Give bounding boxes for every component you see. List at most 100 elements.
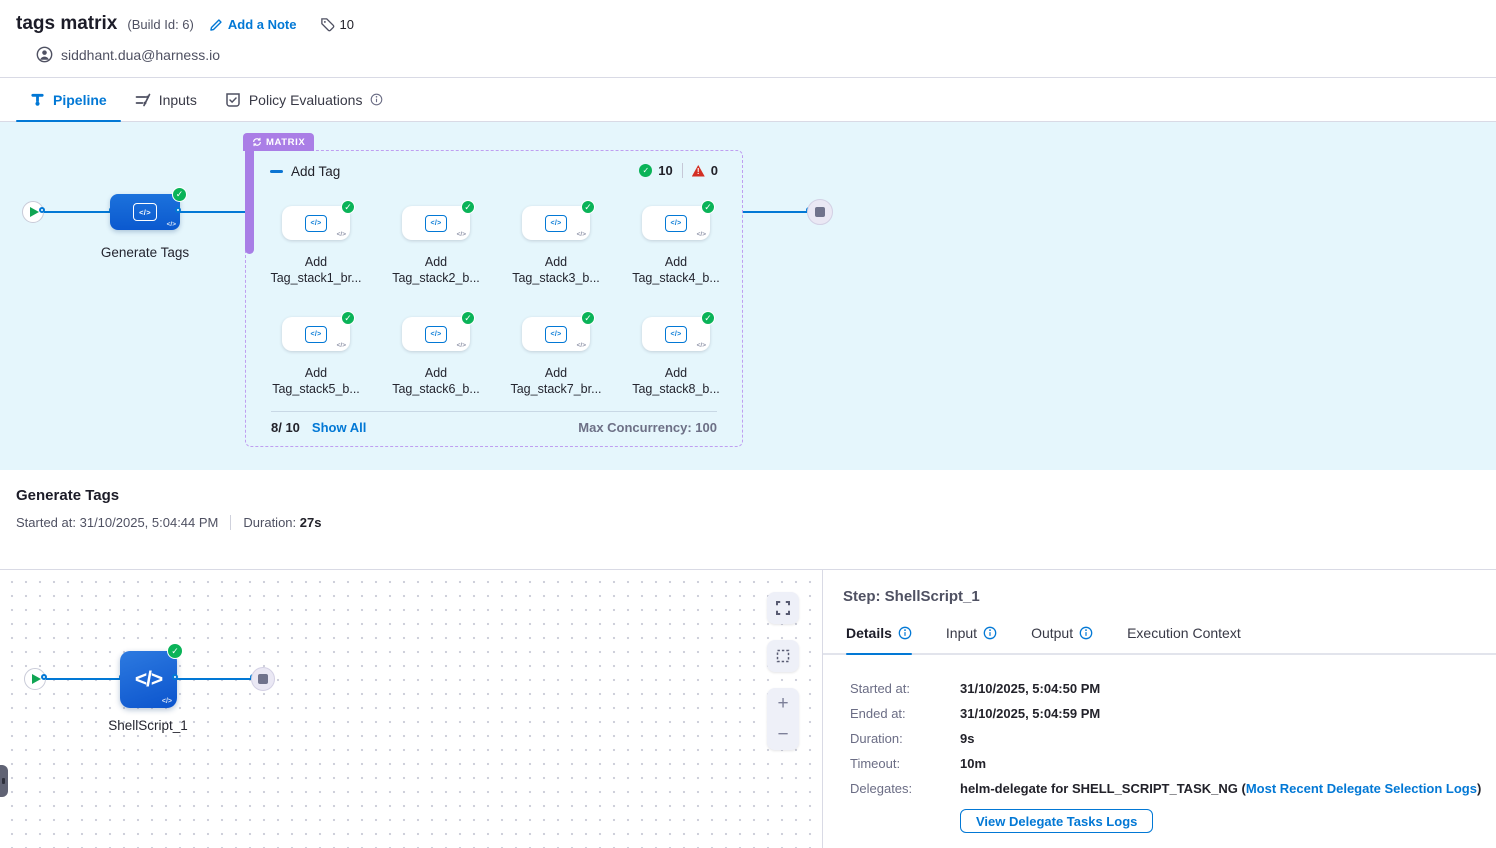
edge-ring: [39, 207, 45, 213]
started-value: 31/10/2025, 5:04:44 PM: [80, 515, 219, 530]
success-check-icon: [701, 311, 715, 325]
add-note-button[interactable]: Add a Note: [210, 17, 297, 32]
field-value: 9s: [960, 731, 1496, 746]
success-check-icon: [581, 311, 595, 325]
code-icon: [135, 668, 162, 692]
tab-output[interactable]: Output: [1031, 625, 1093, 653]
tag-icon: [320, 17, 335, 32]
code-mini-icon: [337, 231, 346, 238]
matrix-step-node[interactable]: [282, 206, 350, 240]
zoom-control: + −: [767, 688, 799, 750]
success-check-icon: [341, 200, 355, 214]
fit-to-screen-button[interactable]: [767, 592, 799, 624]
user-row: siddhant.dua@harness.io: [36, 46, 1480, 63]
matrix-step-node[interactable]: [402, 206, 470, 240]
matrix-step-node[interactable]: [282, 317, 350, 351]
play-icon: [32, 674, 41, 684]
started-at: Started at: 31/10/2025, 5:04:44 PM: [16, 515, 218, 530]
field-label: Timeout:: [850, 756, 960, 771]
field-value: 10m: [960, 756, 1496, 771]
matrix-step-label: AddTag_stack3_b...: [501, 254, 611, 286]
step-panel-title: Step: ShellScript_1: [823, 588, 1496, 605]
matrix-step-label: AddTag_stack7_br...: [501, 365, 611, 397]
field-label: Ended at:: [850, 706, 960, 721]
step-graph-canvas[interactable]: ShellScript_1 + −: [0, 570, 822, 848]
zoom-in-button[interactable]: +: [767, 688, 799, 719]
panel-expand-handle[interactable]: [0, 765, 8, 797]
marquee-icon: [775, 648, 791, 664]
add-note-label: Add a Note: [228, 17, 297, 32]
success-check-icon: [167, 643, 183, 659]
delegate-selection-logs-link[interactable]: Most Recent Delegate Selection Logs: [1246, 781, 1477, 796]
collapse-icon[interactable]: [270, 170, 283, 173]
success-check-icon: [581, 200, 595, 214]
matrix-step-node[interactable]: [642, 206, 710, 240]
generate-tags-node[interactable]: [110, 194, 180, 230]
tag-count: 10: [320, 17, 353, 32]
tab-input[interactable]: Input: [946, 625, 997, 653]
warning-triangle-icon: [692, 165, 705, 177]
matrix-step-node[interactable]: [522, 317, 590, 351]
tab-details[interactable]: Details: [846, 625, 912, 653]
tab-pipeline[interactable]: Pipeline: [16, 78, 121, 121]
code-tag-icon: [425, 215, 447, 232]
started-label: Started at:: [16, 515, 76, 530]
info-icon: [1079, 626, 1093, 640]
title-row: tags matrix (Build Id: 6) Add a Note 10: [16, 10, 1480, 38]
bottom-split: ShellScript_1 + − Step: ShellScript_1: [0, 570, 1496, 848]
tab-inputs-label: Inputs: [159, 92, 197, 108]
matrix-badge-label: MATRIX: [266, 137, 305, 148]
matrix-step-label: AddTag_stack1_br...: [261, 254, 371, 286]
execution-header: tags matrix (Build Id: 6) Add a Note 10 …: [0, 0, 1496, 78]
show-all-link[interactable]: Show All: [312, 420, 366, 435]
label-line: Tag_stack6_b...: [381, 381, 491, 397]
play-icon: [30, 207, 39, 217]
label-line: Tag_stack3_b...: [501, 270, 611, 286]
matrix-accent-bar: [245, 142, 254, 254]
delegates-label: Delegates:: [850, 781, 960, 796]
tab-output-label: Output: [1031, 625, 1073, 641]
tab-policy-evaluations[interactable]: Policy Evaluations: [211, 78, 398, 121]
label-line: Tag_stack4_b...: [621, 270, 731, 286]
matrix-step-label: AddTag_stack6_b...: [381, 365, 491, 397]
inputs-icon: [135, 92, 151, 108]
tab-pipeline-label: Pipeline: [53, 92, 107, 108]
label-line: Tag_stack7_br...: [501, 381, 611, 397]
duration: Duration: 27s: [243, 515, 321, 530]
pipeline-end-node: [807, 199, 833, 225]
execution-tabs: Pipeline Inputs Policy Evaluations: [0, 78, 1496, 122]
label-line: Add: [261, 254, 371, 270]
marquee-select-button[interactable]: [767, 640, 799, 672]
tab-inputs[interactable]: Inputs: [121, 78, 211, 121]
label-line: Tag_stack5_b...: [261, 381, 371, 397]
code-tag-icon: [665, 215, 687, 232]
pencil-icon: [210, 18, 223, 31]
success-check-icon: [461, 311, 475, 325]
label-line: Add: [621, 254, 731, 270]
stage-title: Generate Tags: [16, 487, 1480, 504]
label-line: Add: [381, 254, 491, 270]
info-icon: [898, 626, 912, 640]
zoom-out-button[interactable]: −: [767, 719, 799, 750]
matrix-step-node[interactable]: [402, 317, 470, 351]
code-tag-icon: [305, 215, 327, 232]
view-delegate-tasks-logs-button[interactable]: View Delegate Tasks Logs: [960, 809, 1153, 833]
field-value: 31/10/2025, 5:04:59 PM: [960, 706, 1496, 721]
matrix-step-node[interactable]: [522, 206, 590, 240]
step-detail-fields: Started at: 31/10/2025, 5:04:50 PM Ended…: [850, 681, 1496, 833]
tab-execution-context[interactable]: Execution Context: [1127, 625, 1241, 653]
policy-check-icon: [225, 92, 241, 108]
shellscript-node[interactable]: [120, 651, 177, 708]
success-check-icon: [639, 164, 652, 177]
matrix-step-node[interactable]: [642, 317, 710, 351]
label-line: Add: [381, 365, 491, 381]
tab-details-label: Details: [846, 625, 892, 641]
tag-count-value: 10: [339, 17, 353, 32]
shellscript-label: ShellScript_1: [73, 718, 223, 733]
code-mini-icon: [697, 342, 706, 349]
matrix-status-counts: 10 0: [639, 163, 718, 178]
build-id: (Build Id: 6): [127, 17, 193, 32]
matrix-shown-count: 8/ 10: [271, 420, 300, 435]
code-mini-icon: [167, 221, 176, 228]
code-tag-icon: [665, 326, 687, 343]
